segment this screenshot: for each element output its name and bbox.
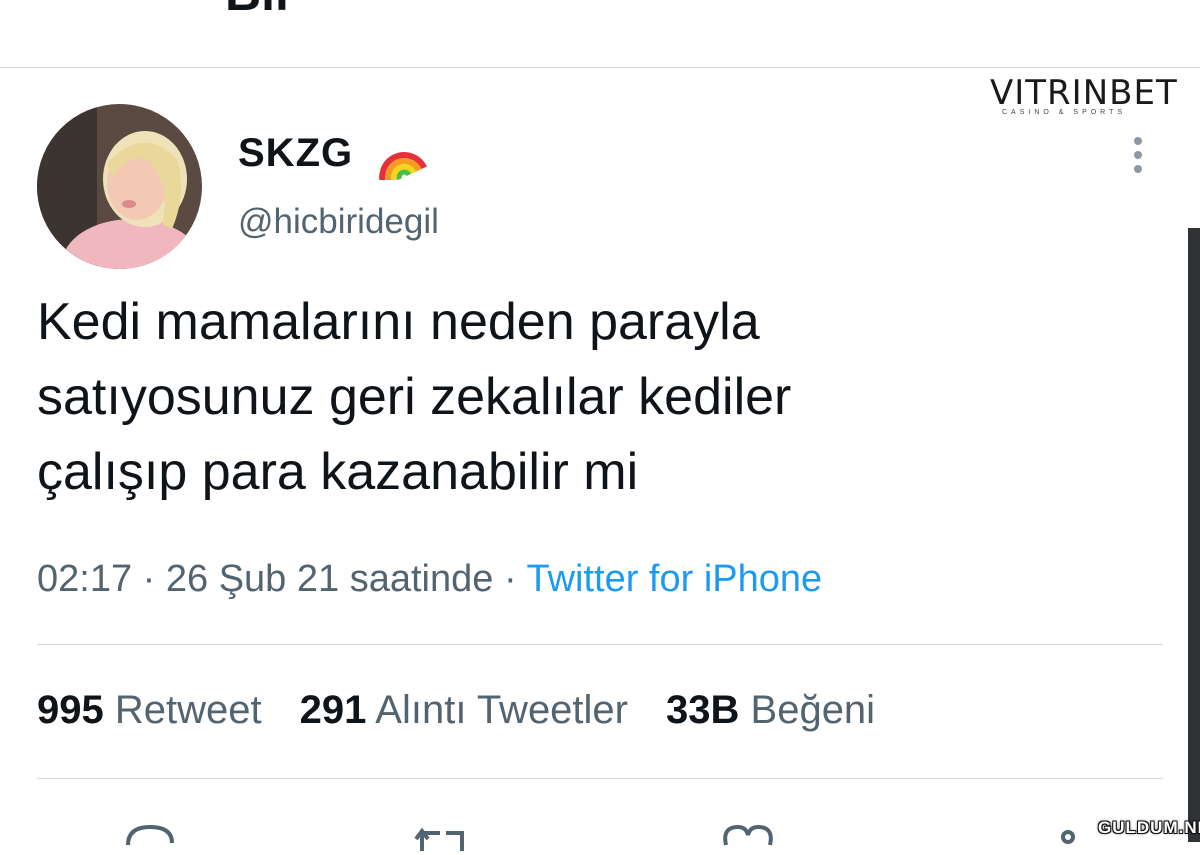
avatar[interactable] xyxy=(37,104,202,269)
like-icon[interactable] xyxy=(718,815,778,855)
tweet-time[interactable]: 02:17 xyxy=(37,558,132,600)
display-name[interactable]: SKZG xyxy=(238,131,353,176)
tweet-line: Kedi mamalarını neden parayla xyxy=(37,293,760,351)
scrollbar-strip xyxy=(1188,228,1200,842)
page-title: Bil xyxy=(225,0,289,22)
meta-separator: · xyxy=(503,558,517,600)
more-options-icon[interactable] xyxy=(1128,135,1148,175)
tweet-stats: 995 Retweet 291 Alıntı Tweetler 33B Beğe… xyxy=(37,688,913,733)
retweet-icon[interactable] xyxy=(412,815,472,855)
divider xyxy=(37,778,1163,779)
like-label: Beğeni xyxy=(750,688,876,732)
top-header: Bil xyxy=(0,0,1200,68)
meta-separator: · xyxy=(142,558,156,600)
tweet-meta: 02:17 · 26 Şub 21 saatinde · Twitter for… xyxy=(37,558,822,601)
user-handle[interactable]: @hicbiridegil xyxy=(238,202,439,242)
rainbow-icon xyxy=(379,152,427,180)
retweet-stat[interactable]: 995 Retweet xyxy=(37,688,262,733)
tweet-source-link[interactable]: Twitter for iPhone xyxy=(526,558,822,600)
quote-count: 291 xyxy=(299,688,367,732)
like-count: 33B xyxy=(666,688,740,732)
brand-logo: VITRINBET CASINO & SPORTS xyxy=(990,73,1177,118)
retweet-count: 995 xyxy=(37,688,104,732)
quote-label: Alıntı Tweetler xyxy=(375,688,628,732)
reply-icon[interactable] xyxy=(120,815,180,855)
brand-logo-tagline: CASINO & SPORTS xyxy=(1002,109,1127,116)
site-watermark: GULDUM.NET xyxy=(1098,818,1200,837)
tweet-line: satıyosunuz geri zekalılar kediler xyxy=(37,368,792,426)
tweet-date[interactable]: 26 Şub 21 saatinde xyxy=(166,558,494,600)
tweet-line: çalışıp para kazanabilir mi xyxy=(37,443,639,501)
brand-logo-text: VITRINBET xyxy=(990,73,1178,113)
like-stat[interactable]: 33B Beğeni xyxy=(666,688,875,733)
divider xyxy=(37,644,1163,645)
quote-stat[interactable]: 291 Alıntı Tweetler xyxy=(300,688,628,733)
tweet-text: Kedi mamalarını neden parayla satıyosunu… xyxy=(37,285,1137,510)
back-arrow-icon[interactable] xyxy=(60,0,100,8)
retweet-label: Retweet xyxy=(114,688,262,732)
